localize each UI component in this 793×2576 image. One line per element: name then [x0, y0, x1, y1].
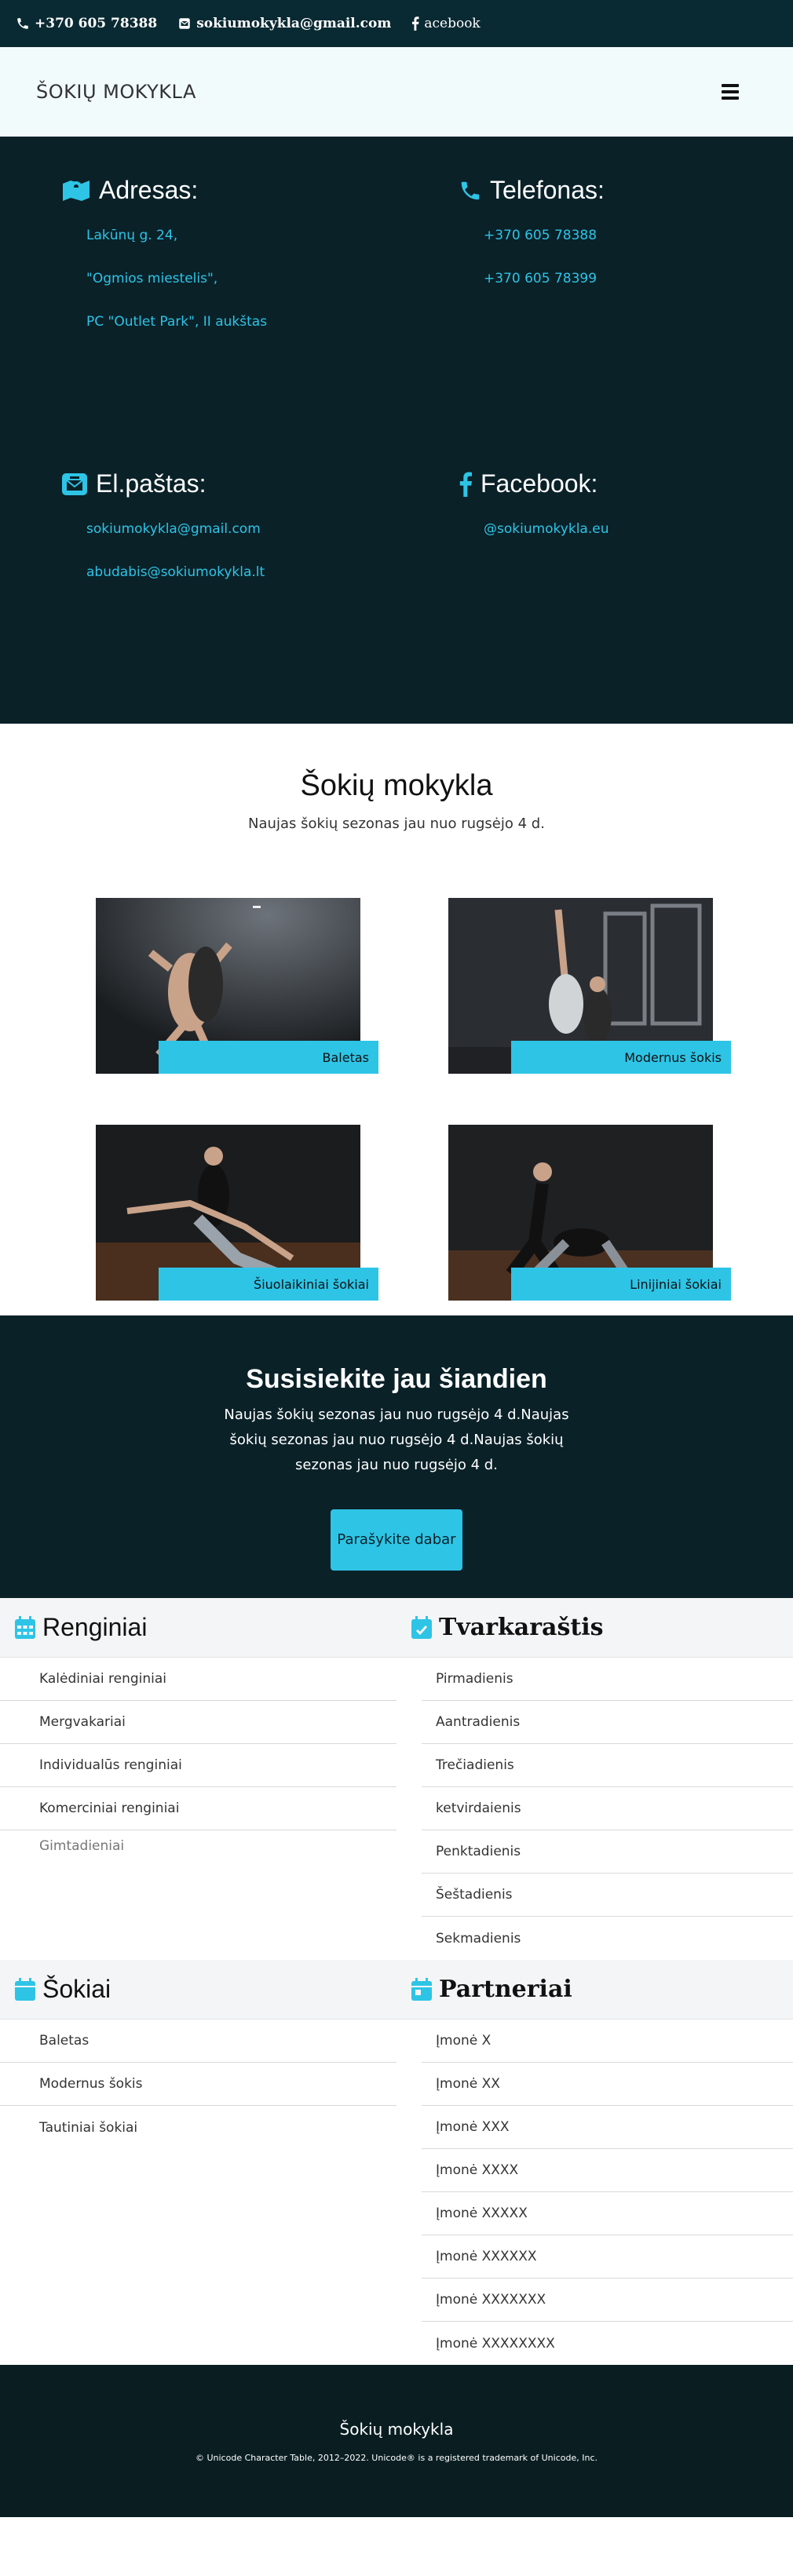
- dances-title: Šokiai: [42, 1975, 111, 2003]
- calendar-icon: [14, 1977, 36, 2001]
- phone-title: Telefonas:: [490, 176, 605, 204]
- list-item[interactable]: Modernus šokis: [0, 2063, 396, 2106]
- gallery-card-ballet[interactable]: Baletas: [96, 898, 378, 1074]
- list-item[interactable]: Įmonė XXXX: [422, 2149, 793, 2192]
- email-title: El.paštas:: [96, 469, 206, 498]
- list-item[interactable]: Baletas: [0, 2020, 396, 2063]
- envelope-icon: [177, 16, 192, 31]
- address-line-3: PC "Outlet Park", II aukštas: [86, 314, 268, 330]
- phone-icon: [459, 179, 482, 203]
- navbar: ŠOKIŲ MOKYKLA: [0, 47, 793, 137]
- top-bar: +370 605 78388 sokiumokykla@gmail.com ac…: [0, 0, 793, 47]
- list-item[interactable]: Mergvakariai: [0, 1701, 396, 1744]
- topbar-phone[interactable]: +370 605 78388: [16, 16, 157, 31]
- list-item[interactable]: Penktadienis: [422, 1830, 793, 1874]
- list-item[interactable]: Pirmadienis: [422, 1658, 793, 1701]
- topbar-email[interactable]: sokiumokykla@gmail.com: [177, 16, 391, 31]
- contact-section: Adresas: Lakūnų g. 24, "Ogmios miestelis…: [0, 137, 793, 724]
- schedule-list: Tvarkaraštis Pirmadienis Aantradienis Tr…: [396, 1598, 793, 1960]
- phone-icon: [16, 16, 30, 31]
- list-item[interactable]: Įmonė XXX: [422, 2106, 793, 2149]
- list-item[interactable]: Įmonė XXXXXX: [422, 2235, 793, 2279]
- cta-text: Naujas šokių sezonas jau nuo rugsėjo 4 d…: [224, 1407, 569, 1473]
- gallery-card-modern[interactable]: Modernus šokis: [448, 898, 731, 1074]
- list-item[interactable]: Įmonė XXXXX: [422, 2192, 793, 2235]
- envelope-open-icon: [61, 472, 88, 497]
- facebook-block: Facebook: @sokiumokykla.eu: [459, 469, 788, 564]
- topbar-email-text: sokiumokykla@gmail.com: [196, 16, 392, 31]
- dance-gallery: Baletas Modernus šokis Šiuolaikiniai šok…: [0, 818, 793, 1315]
- footer: Šokių mokykla © Unicode Character Table,…: [0, 2365, 793, 2517]
- gallery-caption: Baletas: [159, 1041, 378, 1074]
- calendar-icon: [14, 1615, 36, 1640]
- footer-copyright: © Unicode Character Table, 2012–2022. Un…: [195, 2453, 597, 2463]
- list-item[interactable]: Gimtadieniai: [0, 1830, 396, 1862]
- cta-title: Susisiekite jau šiandien: [246, 1364, 547, 1394]
- events-list: Renginiai Kalėdiniai renginiai Mergvakar…: [0, 1598, 396, 1960]
- list-item[interactable]: Šeštadienis: [422, 1874, 793, 1917]
- list-item[interactable]: Įmonė XX: [422, 2063, 793, 2106]
- list-item[interactable]: Tautiniai šokiai: [0, 2106, 396, 2149]
- phone-block: Telefonas: +370 605 78388 +370 605 78399: [459, 176, 788, 313]
- list-item[interactable]: Kalėdiniai renginiai: [0, 1658, 396, 1701]
- email-2[interactable]: abudabis@sokiumokykla.lt: [86, 564, 391, 607]
- partners-title: Partneriai: [439, 1976, 572, 2003]
- list-item[interactable]: Trečiadienis: [422, 1744, 793, 1787]
- brand-logo[interactable]: ŠOKIŲ MOKYKLA: [36, 81, 196, 103]
- schedule-title: Tvarkaraštis: [439, 1614, 604, 1641]
- lists-row-2: Šokiai Baletas Modernus šokis Tautiniai …: [0, 1960, 793, 2365]
- intro-section: Šokių mokykla Naujas šokių sezonas jau n…: [0, 724, 793, 832]
- gallery-caption: Šiuolaikiniai šokiai: [159, 1268, 378, 1301]
- hamburger-menu-icon[interactable]: [722, 84, 739, 100]
- facebook-handle[interactable]: @sokiumokykla.eu: [484, 520, 788, 564]
- events-title: Renginiai: [42, 1613, 148, 1641]
- partners-list: Partneriai Įmonė X Įmonė XX Įmonė XXX Įm…: [396, 1960, 793, 2365]
- facebook-icon: [411, 16, 419, 31]
- list-item[interactable]: Komerciniai renginiai: [0, 1787, 396, 1830]
- email-1[interactable]: sokiumokykla@gmail.com: [86, 520, 391, 564]
- gallery-card-contemporary[interactable]: Šiuolaikiniai šokiai: [96, 1125, 378, 1301]
- contact-button[interactable]: Parašykite dabar: [331, 1509, 462, 1571]
- address-line-2: "Ogmios miestelis",: [86, 271, 218, 286]
- gallery-caption: Linijiniai šokiai: [511, 1268, 731, 1301]
- topbar-facebook[interactable]: acebook: [411, 16, 481, 31]
- facebook-icon: [459, 471, 473, 497]
- address-block: Adresas: Lakūnų g. 24, "Ogmios miestelis…: [61, 176, 391, 356]
- topbar-facebook-text: acebook: [424, 16, 481, 31]
- dances-list: Šokiai Baletas Modernus šokis Tautiniai …: [0, 1960, 396, 2365]
- gallery-caption: Modernus šokis: [511, 1041, 731, 1074]
- lists-row-1: Renginiai Kalėdiniai renginiai Mergvakar…: [0, 1598, 793, 1960]
- list-item[interactable]: Aantradienis: [422, 1701, 793, 1744]
- list-item[interactable]: Individualūs renginiai: [0, 1744, 396, 1787]
- address-title: Adresas:: [99, 176, 199, 204]
- footer-title: Šokių mokykla: [339, 2420, 454, 2439]
- list-item[interactable]: Sekmadienis: [422, 1917, 793, 1960]
- phone-number-1[interactable]: +370 605 78388: [484, 227, 788, 270]
- section-title: Šokių mokykla: [300, 769, 493, 802]
- address-line-1: Lakūnų g. 24,: [86, 228, 178, 243]
- gallery-card-line[interactable]: Linijiniai šokiai: [448, 1125, 731, 1301]
- list-item[interactable]: Įmonė X: [422, 2020, 793, 2063]
- phone-number-2[interactable]: +370 605 78399: [484, 270, 788, 313]
- email-block: El.paštas: sokiumokykla@gmail.com abudab…: [61, 469, 391, 607]
- map-marker-icon: [61, 177, 91, 204]
- calendar-check-icon: [411, 1615, 433, 1640]
- topbar-phone-text: +370 605 78388: [35, 16, 158, 31]
- list-item[interactable]: Įmonė XXXXXXXX: [422, 2322, 793, 2365]
- list-item[interactable]: ketvirdaienis: [422, 1787, 793, 1830]
- facebook-title: Facebook:: [481, 469, 598, 498]
- calendar-day-icon: [411, 1977, 433, 2001]
- cta-section: Susisiekite jau šiandien Naujas šokių se…: [0, 1315, 793, 1598]
- list-item[interactable]: Įmonė XXXXXXX: [422, 2279, 793, 2322]
